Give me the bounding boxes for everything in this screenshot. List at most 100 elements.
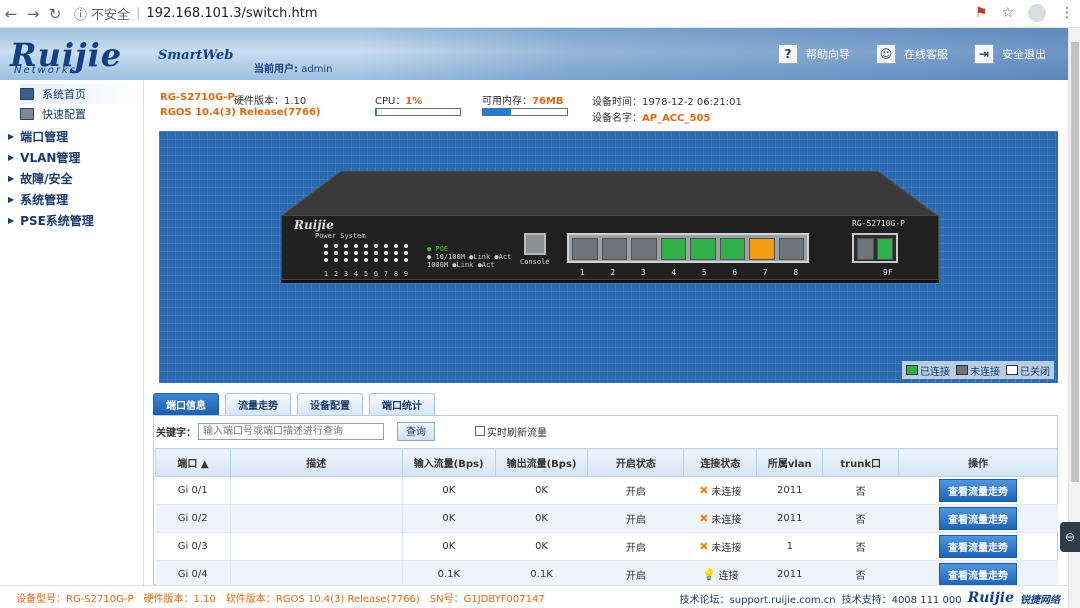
sidebar-item-fault-security[interactable]: ▶ 故障/安全: [8, 168, 143, 189]
status-led: [364, 251, 368, 255]
search-button[interactable]: 查询: [397, 421, 435, 441]
tab-device-config[interactable]: 设备配置: [297, 393, 363, 415]
ethernet-port-5[interactable]: [690, 238, 716, 260]
bookmark-star-icon[interactable]: ☆: [1001, 5, 1014, 21]
led-legend-line: 1000M ●Link ●Act: [427, 261, 495, 269]
console-port[interactable]: Console: [520, 233, 550, 266]
status-led: [344, 244, 348, 248]
legend-label: 未连接: [970, 366, 1000, 378]
address-bar[interactable]: ⓘ 不安全 | 192.168.101.3/switch.htm: [74, 4, 318, 23]
led-number: 1: [323, 270, 329, 278]
status-led: [394, 258, 398, 262]
reload-icon[interactable]: ↻: [44, 5, 66, 23]
translate-icon[interactable]: ⚑: [975, 5, 988, 21]
ethernet-port-6[interactable]: [719, 238, 745, 260]
expand-triangle-icon: ▶: [8, 132, 15, 141]
port-number: 7: [762, 268, 768, 277]
sfp-port-empty[interactable]: [857, 238, 874, 260]
footer-model: 设备型号：RG-S2710G-P: [16, 593, 134, 605]
forward-arrow-icon[interactable]: →: [22, 5, 44, 23]
status-led: [354, 258, 358, 262]
view-trend-button[interactable]: 查看流量走势: [939, 507, 1018, 530]
sidebar-item-pse-mgmt[interactable]: ▶ PSE系统管理: [8, 210, 143, 231]
profile-avatar[interactable]: [1028, 4, 1046, 22]
view-trend-button[interactable]: 查看流量走势: [939, 479, 1018, 502]
sidebar-item-vlan-mgmt[interactable]: ▶ VLAN管理: [8, 147, 143, 168]
table-header-row: 端口 ▲ 描述 输入流量(Bps) 输出流量(Bps) 开启状态 连接状态 所属…: [155, 448, 1058, 477]
url-text[interactable]: 192.168.101.3/switch.htm: [146, 6, 317, 21]
view-trend-button[interactable]: 查看流量走势: [939, 563, 1018, 586]
realtime-checkbox[interactable]: [475, 426, 485, 436]
back-arrow-icon[interactable]: ←: [0, 5, 22, 23]
led-grid: [324, 244, 409, 262]
ethernet-port-3[interactable]: [631, 238, 657, 260]
menu-dots-icon[interactable]: ⋮: [1060, 5, 1074, 21]
ethernet-port-7[interactable]: [749, 238, 775, 260]
status-led: [344, 258, 348, 262]
ethernet-port-8[interactable]: [778, 238, 804, 260]
search-row: 关键字： 查询 实时刷新流量: [154, 421, 1054, 441]
tab-port-info[interactable]: 端口信息: [153, 393, 219, 415]
led-number: 8: [393, 270, 399, 278]
keyword-input[interactable]: [198, 422, 384, 440]
sidebar-item-system-mgmt[interactable]: ▶ 系统管理: [8, 189, 143, 210]
port-number: 4: [671, 268, 677, 277]
port-number: 6: [732, 268, 738, 277]
port-number: 8: [793, 268, 799, 277]
ethernet-port-2[interactable]: [601, 238, 627, 260]
tab-traffic-trend[interactable]: 流量走势: [225, 393, 291, 415]
status-led: [354, 251, 358, 255]
status-led: [354, 244, 358, 248]
help-link-label: 帮助向导: [806, 48, 850, 61]
lightbulb-icon: 💡: [701, 568, 716, 581]
ethernet-port-1[interactable]: [572, 238, 598, 260]
logout-link[interactable]: ⇥ 安全退出: [974, 44, 1046, 64]
cell-out: 0K: [495, 504, 588, 533]
cell-link: ✖ 未连接: [683, 476, 757, 505]
cell-desc: [229, 532, 403, 561]
table-row: Gi 0/1 0K 0K 开启 ✖ 未连接 2011 否 查看流量走势: [155, 476, 1058, 505]
status-led: [404, 244, 408, 248]
status-led: [374, 251, 378, 255]
cpu-value: 1%: [405, 96, 423, 107]
help-icon: ?: [778, 44, 798, 64]
view-trend-button[interactable]: 查看流量走势: [939, 535, 1018, 558]
status-led: [324, 258, 328, 262]
page-scrollbar[interactable]: [1068, 28, 1080, 608]
current-user-value: admin: [301, 64, 333, 75]
switch-model-label: RG-S2710G-P: [852, 219, 905, 228]
sfp-port-9f[interactable]: [876, 238, 893, 260]
memory-usage: 可用内存：76MB: [482, 92, 564, 107]
home-icon: [20, 88, 34, 100]
cell-out: 0K: [495, 476, 588, 505]
customer-service-link[interactable]: ☺ 在线客服: [876, 44, 948, 64]
hardware-version: 硬件版本：1.10: [234, 96, 307, 107]
status-led: [364, 244, 368, 248]
device-name: 设备名字：AP_ACC_505: [592, 109, 710, 124]
col-output-traffic: 输出流量(Bps): [494, 448, 589, 477]
tab-port-stats[interactable]: 端口统计: [369, 393, 435, 415]
floating-chat-tab[interactable]: ⊖: [1060, 522, 1080, 552]
led-number: 5: [363, 270, 369, 278]
footer-right: 技术论坛：support.ruijie.com.cn 技术支持：4008 111…: [680, 590, 1060, 606]
sidebar-item-home[interactable]: 系统首页: [20, 84, 143, 104]
cell-out: 0K: [495, 532, 588, 561]
status-led: [384, 258, 388, 262]
port-number: 3: [640, 268, 646, 277]
sidebar-item-quick-config[interactable]: 快速配置: [20, 104, 143, 124]
help-link[interactable]: ? 帮助向导: [778, 44, 850, 64]
disconnected-icon: ✖: [699, 540, 709, 553]
status-led: [324, 251, 328, 255]
table-row: Gi 0/3 0K 0K 开启 ✖ 未连接 1 否 查看流量走势: [155, 532, 1058, 561]
scrollbar-thumb[interactable]: [1071, 42, 1079, 482]
sidebar-item-port-mgmt[interactable]: ▶ 端口管理: [8, 126, 143, 147]
led-number: 3: [343, 270, 349, 278]
col-port[interactable]: 端口 ▲: [155, 448, 231, 477]
footer-forum[interactable]: 技术论坛：support.ruijie.com.cn: [680, 591, 836, 606]
cell-in: 0K: [402, 504, 496, 533]
expand-triangle-icon: ▶: [8, 153, 15, 162]
ethernet-port-4[interactable]: [660, 238, 686, 260]
realtime-refresh[interactable]: 实时刷新流量: [475, 424, 547, 439]
console-jack: [524, 233, 546, 255]
customer-service-icon: ☺: [876, 44, 896, 64]
